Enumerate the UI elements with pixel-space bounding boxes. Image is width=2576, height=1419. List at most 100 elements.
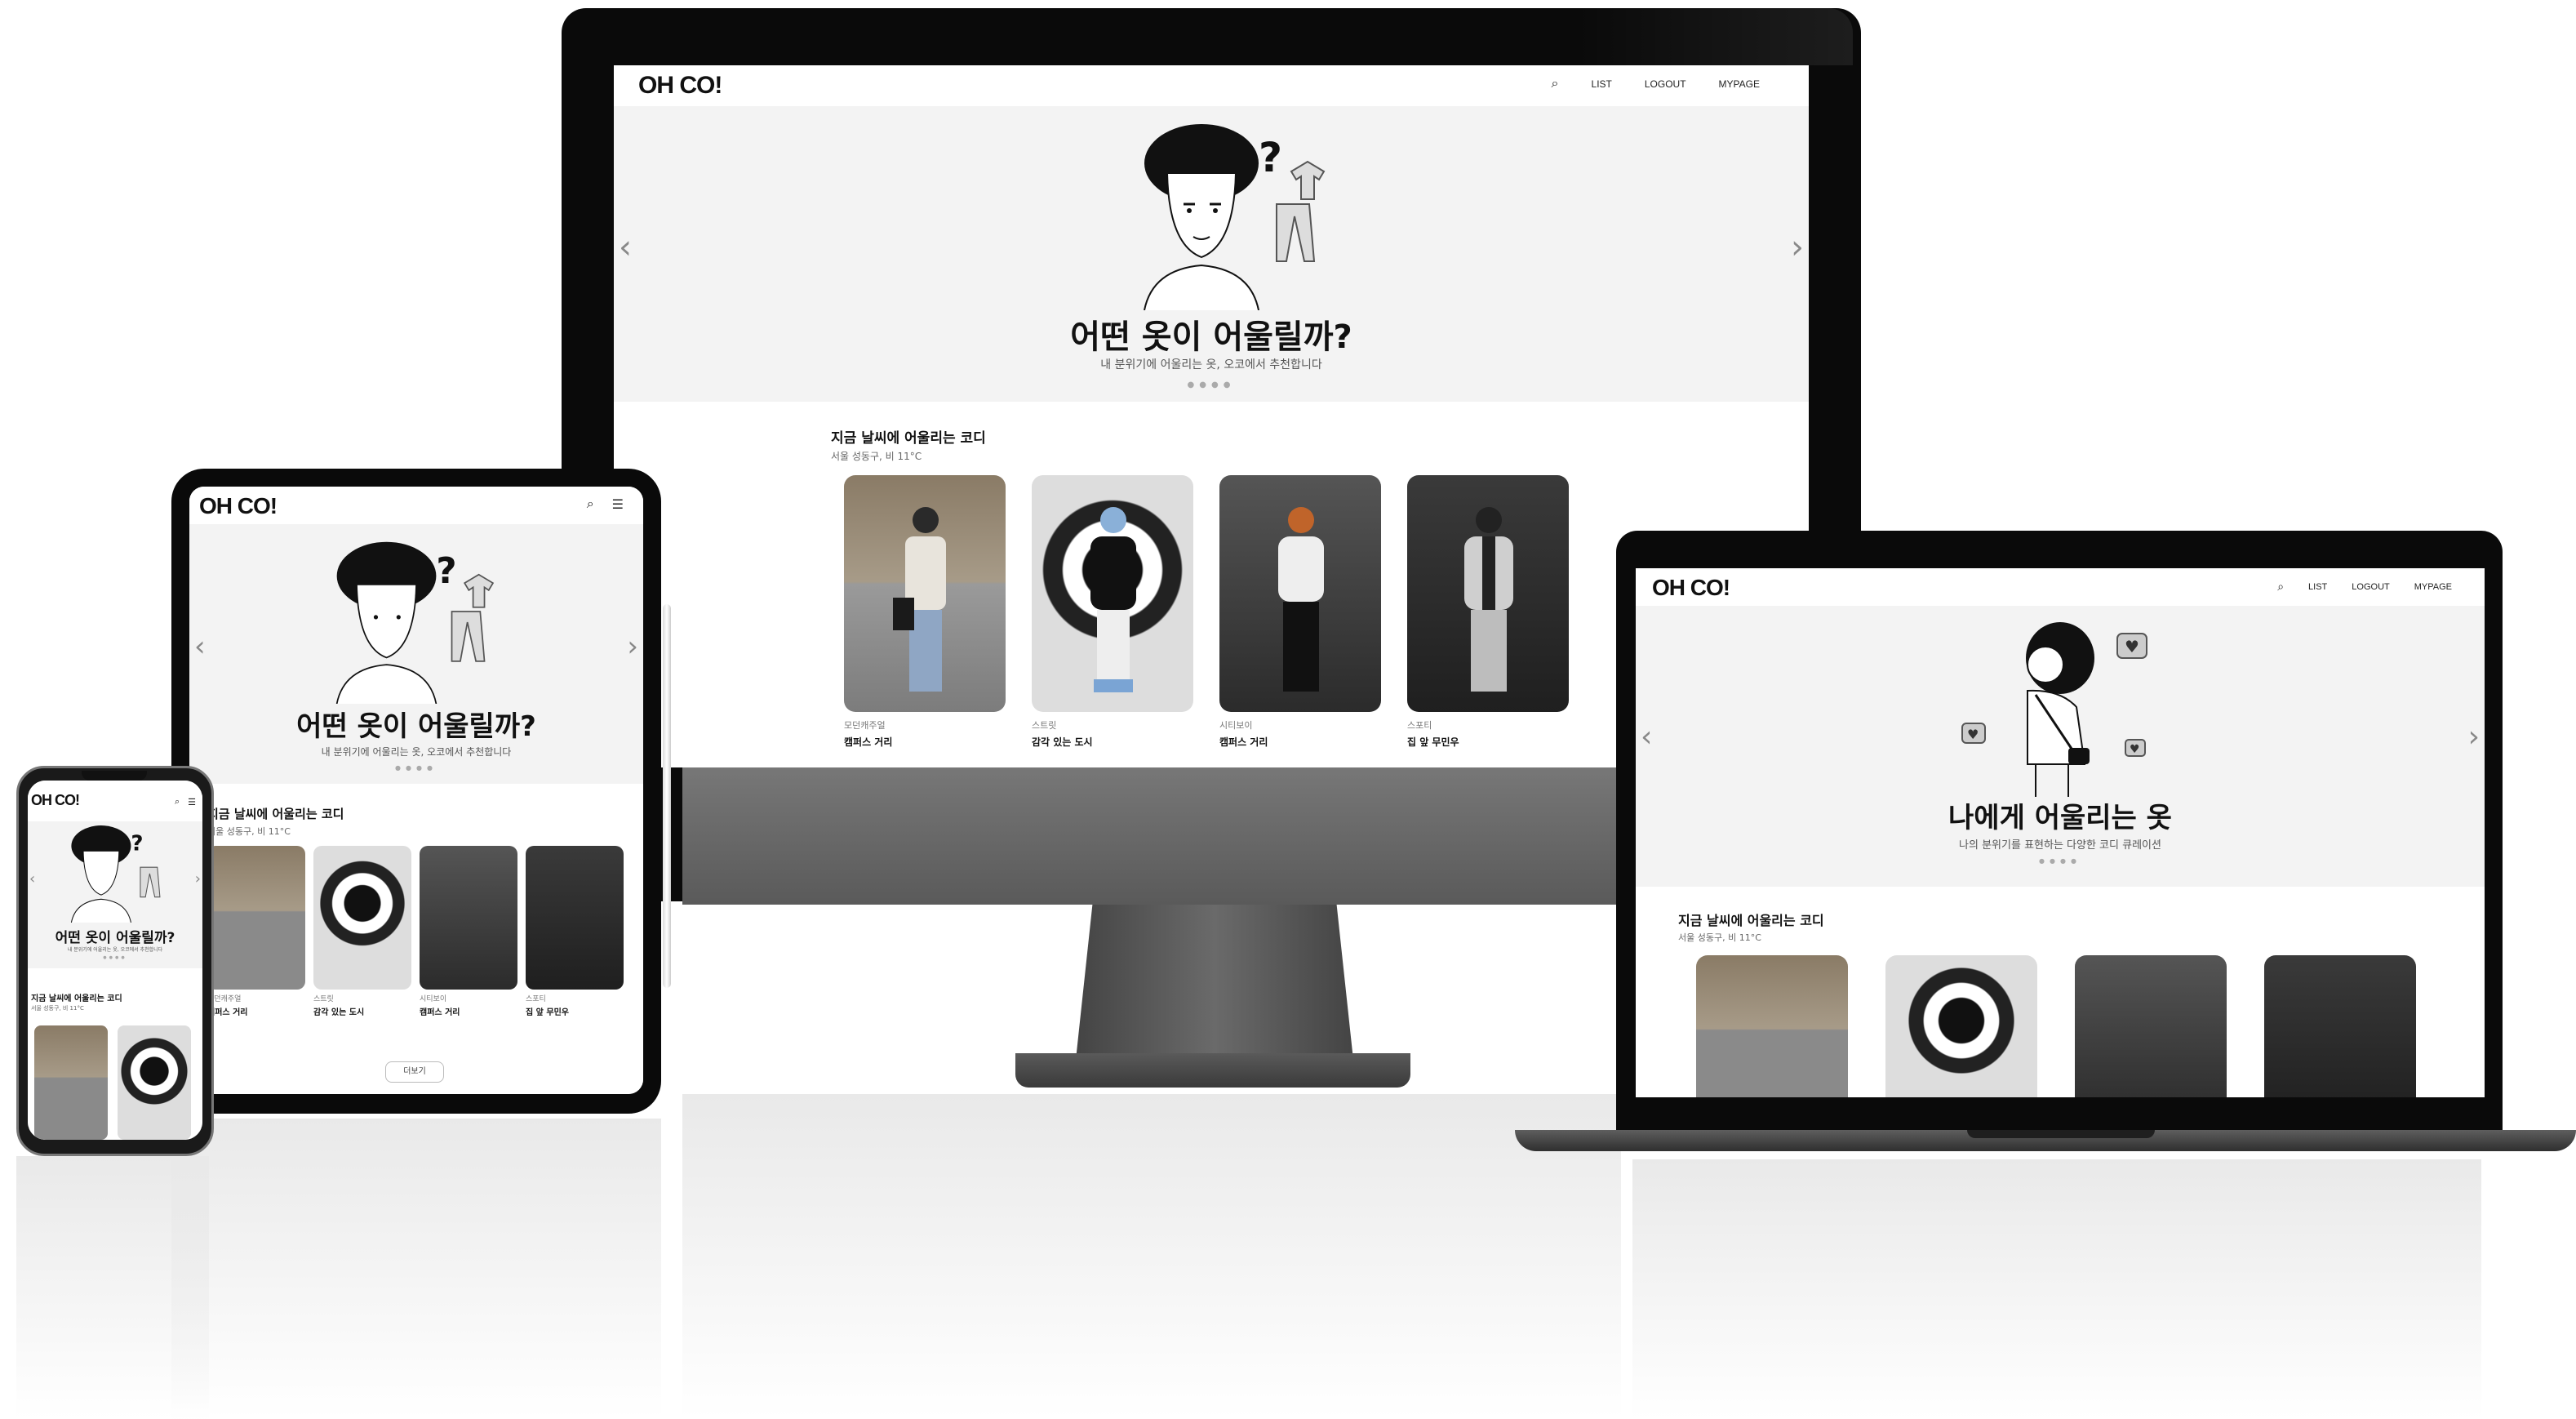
tablet-section-subtitle: 서울 성동구, 비 11°C <box>207 826 291 837</box>
desktop-navbar: OH CO! ⌕ LIST LOGOUT MYPAGE <box>614 65 1809 107</box>
phone-reflection <box>16 1156 209 1419</box>
outfit-card[interactable] <box>2264 955 2416 1097</box>
svg-text:?: ? <box>436 551 456 592</box>
phone-notch <box>82 771 147 781</box>
tablet-hero-title: 어떤 옷이 어울릴까? <box>296 710 536 743</box>
hamburger-icon[interactable]: ☰ <box>188 797 196 807</box>
nav-logout[interactable]: LOGOUT <box>1645 78 1686 90</box>
outfit-card[interactable]: 모던캐주얼 캠퍼스 거리 <box>844 475 1006 749</box>
outfit-photo[interactable] <box>844 475 1006 712</box>
desktop-section-subtitle: 서울 성동구, 비 11°C <box>831 451 922 462</box>
carousel-prev-icon[interactable]: ‹ <box>29 870 35 887</box>
carousel-next-icon[interactable]: › <box>195 870 201 887</box>
desktop-logo[interactable]: OH CO! <box>638 72 722 100</box>
outfit-category: 시티보이 <box>420 995 447 1003</box>
tablet-reflection <box>171 1119 661 1419</box>
outfit-photo[interactable] <box>1885 955 2037 1097</box>
carousel-prev-icon[interactable]: ‹ <box>619 229 632 266</box>
outfit-card[interactable] <box>2075 955 2227 1097</box>
phone-logo[interactable]: OH CO! <box>31 792 80 809</box>
desktop-hero-subtitle: 내 분위기에 어울리는 옷, 오코에서 추천합니다 <box>1100 358 1322 371</box>
nav-mypage[interactable]: MYPAGE <box>1719 78 1760 90</box>
carousel-next-icon[interactable]: › <box>1791 229 1804 266</box>
more-button[interactable]: 더보기 <box>385 1061 444 1083</box>
outfit-name: 감각 있는 도시 <box>313 1008 365 1017</box>
tablet-logo[interactable]: OH CO! <box>199 493 278 519</box>
outfit-card[interactable]: 시티보이 캠퍼스 거리 <box>1219 475 1381 749</box>
tablet-card-row: 모던캐주얼 캠퍼스 거리 스트릿 감각 있는 도시 시티보이 캠퍼스 거리 스포… <box>207 846 624 1017</box>
carousel-prev-icon[interactable]: ‹ <box>194 630 206 663</box>
outfit-photo[interactable] <box>118 1025 191 1140</box>
outfit-card[interactable] <box>118 1025 191 1140</box>
thinking-man-illustration: ? <box>335 541 495 704</box>
laptop-hero: ♥ ♥ ♥ 나에게 어울리는 옷 나의 분위기를 표현하는 다양한 코디 큐레이… <box>1636 606 2485 887</box>
tablet-section-title: 지금 날씨에 어울리는 코디 <box>207 807 344 821</box>
outfit-photo[interactable] <box>207 846 305 990</box>
outfit-card[interactable]: 모던캐주얼 캠퍼스 거리 <box>207 846 305 1017</box>
outfit-card[interactable] <box>1696 955 1848 1097</box>
outfit-category: 스포티 <box>1407 720 1432 731</box>
outfit-card[interactable]: 스트릿 감각 있는 도시 <box>313 846 411 1017</box>
outfit-photo[interactable] <box>1696 955 1848 1097</box>
outfit-card[interactable]: 스포티 집 앞 무민우 <box>526 846 624 1017</box>
outfit-name: 캠퍼스 거리 <box>1219 736 1268 748</box>
nav-mypage[interactable]: MYPAGE <box>2414 582 2452 592</box>
tablet-pencil <box>663 604 671 988</box>
tablet-hero: ? 어떤 옷이 어울릴까? 내 분위기에 어울리는 옷, 오코에서 추천합니다 … <box>189 524 643 784</box>
search-icon[interactable]: ⌕ <box>1552 77 1559 91</box>
outfit-card[interactable] <box>34 1025 108 1140</box>
desktop-hero: ? 어떤 옷이 어울릴까? 내 분위기에 어울리는 옷, 오코에서 추천합니다 … <box>614 106 1809 402</box>
outfit-photo[interactable] <box>313 846 411 990</box>
laptop-logo[interactable]: OH CO! <box>1652 575 1730 601</box>
outfit-photo[interactable] <box>2264 955 2416 1097</box>
outfit-category: 스트릿 <box>1032 720 1057 731</box>
outfit-name: 집 앞 무민우 <box>526 1008 569 1017</box>
desktop-carousel-dots[interactable]: ●●●● <box>614 380 1809 389</box>
nav-list[interactable]: LIST <box>2308 582 2327 592</box>
outfit-name: 캠퍼스 거리 <box>420 1008 460 1017</box>
nav-logout[interactable]: LOGOUT <box>2352 582 2389 592</box>
tablet-site: OH CO! ⌕ ☰ ? 어떤 옷이 어울릴까? 내 분위기에 어울리는 옷, … <box>189 487 643 1094</box>
laptop-carousel-dots[interactable]: ●●●● <box>1636 857 2485 865</box>
svg-text:♥: ♥ <box>1967 727 1979 742</box>
tablet-navbar: OH CO! ⌕ ☰ <box>189 487 643 524</box>
tablet-carousel-dots[interactable]: ●●●● <box>189 764 643 772</box>
outfit-card[interactable]: 시티보이 캠퍼스 거리 <box>420 846 517 1017</box>
outfit-photo[interactable] <box>34 1025 108 1140</box>
carousel-prev-icon[interactable]: ‹ <box>1641 720 1652 754</box>
phone-card-row <box>34 1025 191 1140</box>
outfit-photo[interactable] <box>1407 475 1569 712</box>
outfit-name: 캠퍼스 거리 <box>844 736 893 748</box>
carousel-next-icon[interactable]: › <box>627 630 638 663</box>
outfit-card[interactable]: 스포티 집 앞 무민우 <box>1407 475 1569 749</box>
desktop-gloss <box>1575 8 1853 65</box>
outfit-category: 스포티 <box>526 995 546 1003</box>
search-icon[interactable]: ⌕ <box>587 497 594 512</box>
desktop-section-title: 지금 날씨에 어울리는 코디 <box>831 430 986 447</box>
outfit-card[interactable]: 스트릿 감각 있는 도시 <box>1032 475 1193 749</box>
svg-text:?: ? <box>131 831 143 856</box>
outfit-card[interactable] <box>1885 955 2037 1097</box>
outfit-name: 집 앞 무민우 <box>1407 736 1459 748</box>
desktop-stand-base <box>1015 1053 1410 1088</box>
phone-hero-title: 어떤 옷이 어울릴까? <box>55 930 175 946</box>
search-icon[interactable]: ⌕ <box>175 797 180 807</box>
phone-site: OH CO! ⌕ ☰ ? 어떤 옷이 어울릴까? 내 분위기에 어울리는 옷, … <box>28 781 202 1140</box>
svg-text:♥: ♥ <box>2130 743 2140 756</box>
outfit-photo[interactable] <box>2075 955 2227 1097</box>
carousel-next-icon[interactable]: › <box>2468 720 2480 754</box>
phone-hero-subtitle: 내 분위기에 어울리는 옷, 오코에서 추천합니다 <box>67 947 163 953</box>
laptop-screen: OH CO! ⌕ LIST LOGOUT MYPAGE ♥ ♥ ♥ 나에게 어울… <box>1636 568 2485 1097</box>
outfit-photo[interactable] <box>1219 475 1381 712</box>
laptop-notch <box>1967 1130 2155 1138</box>
outfit-photo[interactable] <box>420 846 517 990</box>
nav-list[interactable]: LIST <box>1592 78 1612 90</box>
desktop-reflection <box>682 1094 1621 1419</box>
outfit-photo[interactable] <box>1032 475 1193 712</box>
outfit-photo[interactable] <box>526 846 624 990</box>
search-icon[interactable]: ⌕ <box>2277 580 2284 594</box>
laptop-site: OH CO! ⌕ LIST LOGOUT MYPAGE ♥ ♥ ♥ 나에게 어울… <box>1636 568 2485 1097</box>
phone-carousel-dots[interactable]: ●●●● <box>28 955 202 960</box>
laptop-hero-subtitle: 나의 분위기를 표현하는 다양한 코디 큐레이션 <box>1959 839 2161 852</box>
hamburger-icon[interactable]: ☰ <box>612 496 624 513</box>
